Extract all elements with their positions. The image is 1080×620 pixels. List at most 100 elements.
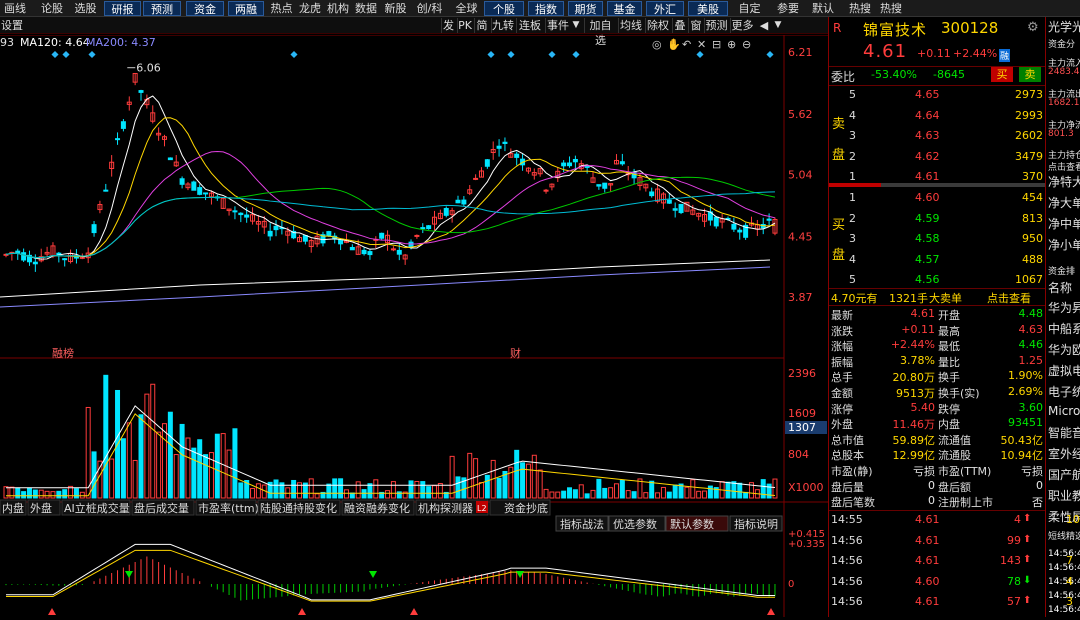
volume-bar[interactable] <box>625 490 631 499</box>
volume-bar[interactable] <box>555 491 561 499</box>
candle-body[interactable] <box>420 227 426 230</box>
volume-bar[interactable] <box>338 478 344 499</box>
volume-bar[interactable] <box>126 422 132 499</box>
candle-body[interactable] <box>713 216 719 227</box>
volume-bar[interactable] <box>32 489 38 499</box>
candle-body[interactable] <box>619 161 625 165</box>
volume-indicator-tab[interactable]: 内盘 <box>0 499 27 516</box>
volume-bar[interactable] <box>578 484 584 499</box>
volume-bar[interactable] <box>608 487 614 499</box>
candle-body[interactable] <box>115 138 121 141</box>
candle-body[interactable] <box>596 184 602 187</box>
candle-body[interactable] <box>203 192 209 195</box>
nav-item[interactable]: 默认 <box>808 1 838 16</box>
candle-body[interactable] <box>502 141 508 144</box>
buy-button[interactable]: 买 <box>991 67 1013 82</box>
volume-bar[interactable] <box>385 490 391 499</box>
volume-bar[interactable] <box>355 481 361 499</box>
side-panel-item[interactable]: 国产航 <box>1048 466 1080 483</box>
nav-item[interactable]: 画线 <box>0 1 30 16</box>
indicator-tab[interactable]: 指标说明 <box>729 515 783 532</box>
candle-body[interactable] <box>62 258 68 261</box>
volume-bar[interactable] <box>631 491 637 499</box>
candle-body[interactable] <box>396 249 402 255</box>
toolbar-button[interactable]: 连板 <box>516 18 543 33</box>
candle-body[interactable] <box>414 234 420 237</box>
volume-bar[interactable] <box>449 455 455 499</box>
dropdown-arrow-icon[interactable]: ▼ <box>570 18 582 33</box>
volume-bar[interactable] <box>232 428 238 499</box>
candle-body[interactable] <box>678 203 684 214</box>
volume-bar[interactable] <box>9 486 15 499</box>
volume-bar[interactable] <box>343 489 349 499</box>
candle-body[interactable] <box>244 214 250 218</box>
nav-item[interactable]: 自定 <box>734 1 765 16</box>
side-panel-item[interactable]: 电子统 <box>1048 383 1080 400</box>
volume-bar[interactable] <box>414 480 420 499</box>
volume-indicator-tab[interactable]: 市盈率(ttm) <box>195 499 259 516</box>
candle-body[interactable] <box>167 157 173 161</box>
volume-bar[interactable] <box>655 492 661 499</box>
candle-body[interactable] <box>338 239 344 245</box>
candle-body[interactable] <box>461 199 467 205</box>
volume-bar[interactable] <box>21 491 27 499</box>
volume-bar[interactable] <box>660 486 666 499</box>
side-panel-item[interactable]: 华为欧 <box>1048 341 1080 358</box>
sell-button[interactable]: 卖 <box>1019 67 1041 82</box>
volume-bar[interactable] <box>696 490 702 499</box>
volume-bar[interactable] <box>226 449 232 499</box>
settings-button[interactable]: 设置 <box>0 18 24 33</box>
chart-control-icon[interactable]: ↶ <box>682 38 691 51</box>
toolbar-button[interactable]: 叠 <box>672 18 687 33</box>
volume-bar[interactable] <box>173 454 179 499</box>
volume-bar[interactable] <box>690 479 696 499</box>
candle-body[interactable] <box>21 252 27 261</box>
volume-bar[interactable] <box>161 423 167 499</box>
volume-bar[interactable] <box>314 493 320 499</box>
volume-bar[interactable] <box>478 482 484 499</box>
candle-body[interactable] <box>561 162 567 167</box>
nav-item[interactable]: 美股 <box>688 1 728 16</box>
volume-bar[interactable] <box>26 487 32 499</box>
volume-bar[interactable] <box>326 483 332 499</box>
toolbar-button[interactable]: 更多 <box>730 18 754 33</box>
side-panel-item[interactable]: 中船系 <box>1048 320 1080 337</box>
nav-item[interactable]: 机构 <box>325 1 351 16</box>
toolbar-button[interactable]: 九转 <box>491 18 514 33</box>
volume-bar[interactable] <box>432 485 438 499</box>
nav-item[interactable]: 创/科 <box>412 1 447 16</box>
dropdown-arrow-icon[interactable]: ▼ <box>772 18 784 33</box>
volume-bar[interactable] <box>520 462 526 499</box>
candle-body[interactable] <box>443 207 449 216</box>
toolbar-button[interactable]: PK <box>457 18 472 33</box>
indicator-tab[interactable]: 默认参数 <box>665 515 729 532</box>
volume-bar[interactable] <box>760 479 766 499</box>
candle-body[interactable] <box>91 224 97 234</box>
candle-body[interactable] <box>731 223 737 230</box>
volume-bar[interactable] <box>255 483 261 499</box>
candle-body[interactable] <box>232 210 238 213</box>
nav-item[interactable]: 指数 <box>528 1 564 16</box>
volume-bar[interactable] <box>349 492 355 499</box>
kline-svg[interactable]: 93 MA120: 4.64 MA200: 4.37 内盘 外盘 AI立桩成交量 盘后… <box>0 34 828 617</box>
volume-bar[interactable] <box>426 486 432 499</box>
nav-item[interactable]: 选股 <box>69 1 102 16</box>
candle-body[interactable] <box>426 225 432 230</box>
volume-bar[interactable] <box>132 459 138 499</box>
candle-body[interactable] <box>238 212 244 216</box>
nav-item[interactable]: 龙虎 <box>297 1 323 16</box>
volume-bar[interactable] <box>361 489 367 499</box>
volume-bar[interactable] <box>332 478 338 499</box>
volume-bar[interactable] <box>549 491 555 499</box>
nav-item[interactable]: 参要 <box>770 1 806 16</box>
toolbar-button[interactable]: 事件 <box>545 18 570 33</box>
volume-bar[interactable] <box>619 479 625 499</box>
volume-bar[interactable] <box>179 423 185 499</box>
chart-control-icon[interactable]: ✋ <box>667 38 681 51</box>
candle-body[interactable] <box>473 177 479 180</box>
nav-item[interactable]: 热搜 <box>876 1 906 16</box>
candle-body[interactable] <box>649 191 655 197</box>
volume-bar[interactable] <box>109 458 115 499</box>
volume-bar[interactable] <box>56 490 62 499</box>
volume-bar[interactable] <box>167 411 173 499</box>
